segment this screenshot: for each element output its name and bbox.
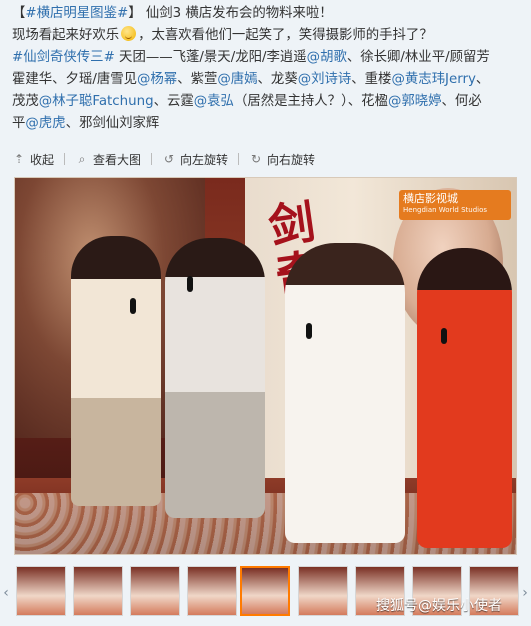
text-bracket-left: 【 [12,6,26,21]
post-text-seg1: 天团——飞蓬/景天/龙阳/李逍遥 [114,50,307,65]
mention-link[interactable]: @郭晓婷 [388,94,442,109]
microphone-icon [441,328,447,344]
emoji-icon [121,26,137,41]
image-toolbar: ⇡ 收起 ⌕ 查看大图 ↺ 向左旋转 ↻ 向右旋转 [12,147,331,171]
rotate-left-label: 向左旋转 [180,152,229,167]
post-text-seg8: 茂茂 [12,94,39,109]
collapse-label: 收起 [30,152,55,167]
post-text-line2a: 现场看起来好欢乐 [12,28,120,43]
actor-figure [165,238,265,518]
thumbnail[interactable] [298,566,348,616]
collapse-button[interactable]: ⇡ 收起 [12,151,54,168]
post-text-line2b: ，太喜欢看他们一起笑了，笑得摄影师的手抖了？ [138,28,433,43]
view-large-label: 查看大图 [93,152,142,167]
mention-link[interactable]: @黄志玮Jerry [391,72,475,87]
post-text: 【#横店明星图鉴#】 仙剑3 横店发布会的物料来啦！ 现场看起来好欢乐 ，太喜欢看… [12,3,520,135]
actor-figure [417,248,512,548]
prev-thumb-button[interactable]: ‹ [0,563,12,623]
toolbar-divider [64,153,66,165]
thumbnail[interactable] [130,566,180,616]
watermark: 搜狐号@娱乐小使者 [376,598,502,614]
studio-logo-text: 横店影视城 [403,192,458,205]
search-icon: ⌕ [78,152,86,166]
chevron-left-icon: ‹ [3,585,9,601]
mention-link[interactable]: @杨幂 [137,72,177,87]
hashtag-link[interactable]: #横店明星图鉴# [25,6,128,21]
microphone-icon [130,298,136,314]
rotate-right-icon: ↻ [251,152,262,166]
studio-logo: 横店影视城 Hengdian World Studios [399,190,511,220]
collapse-icon: ⇡ [13,152,25,166]
mention-link[interactable]: @唐嫣 [217,72,257,87]
mention-link[interactable]: @林子聪Fatchung [39,94,154,109]
mention-link[interactable]: @袁弘 [194,94,234,109]
post-photo[interactable]: 剑奇 横店影视城 Hengdian World Studios [14,177,517,555]
weibo-post: 【#横店明星图鉴#】 仙剑3 横店发布会的物料来啦！ 现场看起来好欢乐 ，太喜欢看… [0,0,531,626]
post-text-seg4: 、紫萱 [177,72,218,87]
mention-link[interactable]: @刘诗诗 [298,72,352,87]
post-text-seg5: 、龙葵 [257,72,298,87]
rotate-right-label: 向右旋转 [267,152,316,167]
text-bracket-right: 】 [128,6,142,21]
studio-logo-subtext: Hengdian World Studios [403,206,488,214]
post-text-seg2: 、徐长卿/林业平/顾留芳 [346,50,490,65]
post-text-seg12: 平 [12,116,26,131]
post-text-seg6: 、重楼 [351,72,392,87]
post-text-seg11: 、何必 [441,94,482,109]
post-title: 仙剑3 横店发布会的物料来啦！ [145,6,333,21]
thumbnail[interactable] [73,566,123,616]
view-large-button[interactable]: ⌕ 查看大图 [75,151,141,168]
rotate-left-button[interactable]: ↺ 向左旋转 [162,151,228,168]
mention-link[interactable]: @胡歌 [307,50,347,65]
post-text-seg7: 、 [475,72,490,87]
rotate-left-icon: ↺ [164,152,175,166]
mention-link[interactable]: @虎虎 [25,116,65,131]
toolbar-divider [238,153,240,165]
post-text-seg13: 、邪剑仙刘家辉 [65,116,160,131]
microphone-icon [187,276,193,292]
toolbar-divider [151,153,153,165]
actor-figure [285,243,405,543]
post-text-seg10: （居然是主持人？）、花楹 [233,94,388,109]
post-text-seg3: 霍建华、夕瑶/唐雪见 [12,72,138,87]
post-text-seg9: 、云霆 [153,94,194,109]
thumbnail-selected[interactable] [240,566,290,616]
hashtag-link[interactable]: #仙剑奇侠传三# [12,50,115,65]
actor-figure [71,236,161,506]
thumbnail[interactable] [187,566,237,616]
microphone-icon [306,323,312,339]
thumbnail[interactable] [16,566,66,616]
rotate-right-button[interactable]: ↻ 向右旋转 [249,151,315,168]
